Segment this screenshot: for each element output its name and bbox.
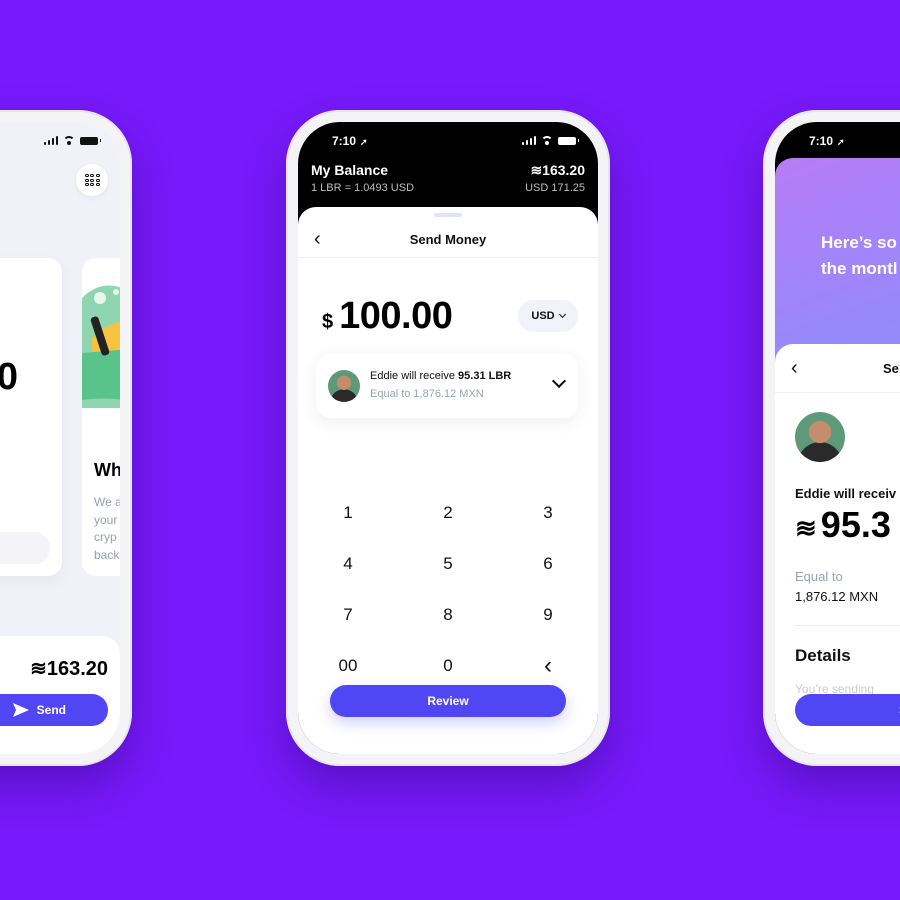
number-keypad: 1 2 3 4 5 6 7 8 9 00 0 ‹ — [298, 487, 598, 691]
page-title: Send Money — [409, 232, 487, 247]
avatar — [795, 412, 845, 462]
receive-prefix: Eddie will receive — [370, 370, 459, 382]
hero-text: Here’s so the montl — [821, 233, 898, 278]
illustration-image — [82, 285, 120, 408]
battery-icon — [558, 136, 579, 145]
time-text: 7:10 — [332, 134, 357, 148]
receive-amount-value: 95.3 — [820, 504, 891, 545]
balance-usd: USD 171.25 — [525, 182, 585, 194]
page-title: Se — [883, 361, 899, 376]
key-2[interactable]: 2 — [398, 487, 498, 538]
recipient-card[interactable]: Eddie will receive 95.31 LBR Equal to 1,… — [316, 354, 578, 418]
status-icons — [43, 136, 101, 145]
review-button[interactable]: Review — [330, 685, 566, 717]
approx-symbol: ≋ — [795, 513, 817, 543]
receive-amount: 95.31 LBR — [458, 370, 512, 382]
nav-bar: ‹ Send Money — [298, 221, 598, 258]
chevron-left-icon: ‹ — [544, 651, 552, 679]
balance-amount: ≋163.20 — [30, 658, 108, 680]
balance-card[interactable]: 0 — [0, 258, 62, 576]
currency-symbol: $ — [322, 311, 334, 333]
wifi-icon — [541, 136, 553, 145]
divider — [795, 625, 900, 626]
right-phone-screen: 7:10 ➚ Here’s so the montl ‹ Se Eddie wil… — [775, 122, 900, 754]
status-time: 7:10 ➚ — [332, 134, 368, 148]
currency-selected: USD — [531, 310, 555, 322]
status-bar — [0, 122, 120, 158]
amount-display: $ 100.00 — [322, 295, 453, 338]
center-phone-frame: 7:10 ➚ My Balance 1 LBR = 1.0493 USD ≋163… — [286, 110, 610, 766]
card-action-pill[interactable] — [0, 532, 50, 564]
back-button[interactable]: ‹ — [791, 358, 798, 378]
status-time: 7:10 ➚ — [809, 134, 845, 148]
chevron-left-icon: ‹ — [791, 357, 798, 379]
status-icons — [521, 136, 579, 145]
backspace-key[interactable]: ‹ — [498, 640, 598, 691]
sheet-grabber[interactable] — [434, 213, 462, 217]
key-8[interactable]: 8 — [398, 589, 498, 640]
recipient-receive-text: Eddie will receive 95.31 LBR — [370, 370, 511, 382]
key-4[interactable]: 4 — [298, 538, 398, 589]
exchange-rate: 1 LBR = 1.0493 USD — [311, 182, 415, 194]
info-card-title: Wh — [94, 460, 120, 480]
key-9[interactable]: 9 — [498, 589, 598, 640]
status-bar: 7:10 ➚ — [298, 122, 598, 158]
nav-bar: ‹ Se — [775, 344, 900, 393]
wifi-icon — [63, 136, 75, 145]
send-button-label: Send — [36, 703, 66, 717]
info-card-body: We a your cryp back — [94, 495, 120, 562]
balance-amount: ≋163.20 — [530, 162, 585, 178]
recipient-equal-to: Equal to 1,876.12 MXN — [370, 388, 484, 400]
left-phone-screen: 0 Wh We a your cryp back ≋163.20 Send — [0, 122, 120, 754]
key-1[interactable]: 1 — [298, 487, 398, 538]
details-heading: Details — [795, 646, 851, 665]
signal-icon — [521, 136, 536, 145]
info-card[interactable]: Wh We a your cryp back — [82, 258, 120, 576]
card-amount: 0 — [0, 356, 18, 398]
qr-code-button[interactable] — [76, 164, 108, 196]
battery-icon — [80, 136, 101, 145]
send-button[interactable]: Send — [0, 694, 108, 726]
send-button[interactable]: S — [795, 694, 900, 726]
signal-icon — [43, 136, 58, 145]
qr-code-icon — [84, 174, 100, 186]
balance-panel: ≋163.20 Send — [0, 636, 120, 754]
balance-title: My Balance — [311, 162, 389, 178]
avatar — [328, 370, 360, 402]
review-sheet: ‹ Se Eddie will receiv ≋ 95.3 Equal to 1,… — [775, 344, 900, 754]
receive-label: Eddie will receiv — [795, 486, 897, 501]
equal-to-label: Equal to — [795, 569, 843, 584]
currency-selector[interactable]: USD — [518, 300, 578, 332]
send-money-sheet: ‹ Send Money $ 100.00 USD Eddie will rec… — [298, 207, 598, 754]
chevron-down-icon — [558, 310, 566, 319]
receive-amount: ≋ 95.3 — [795, 504, 891, 546]
time-text: 7:10 — [809, 134, 834, 148]
chevron-down-icon[interactable] — [551, 373, 567, 389]
location-arrow-icon: ➚ — [360, 137, 368, 147]
key-6[interactable]: 6 — [498, 538, 598, 589]
status-bar: 7:10 ➚ — [775, 122, 900, 158]
key-3[interactable]: 3 — [498, 487, 598, 538]
paper-plane-icon — [12, 703, 29, 717]
key-5[interactable]: 5 — [398, 538, 498, 589]
amount-value: 100.00 — [339, 295, 453, 337]
location-arrow-icon: ➚ — [837, 137, 845, 147]
key-7[interactable]: 7 — [298, 589, 398, 640]
center-phone-screen: 7:10 ➚ My Balance 1 LBR = 1.0493 USD ≋163… — [298, 122, 598, 754]
key-0[interactable]: 0 — [398, 640, 498, 691]
right-phone-frame: 7:10 ➚ Here’s so the montl ‹ Se Eddie wil… — [763, 110, 900, 766]
left-phone-frame: 0 Wh We a your cryp back ≋163.20 Send — [0, 110, 132, 766]
key-00[interactable]: 00 — [298, 640, 398, 691]
equal-to-value: 1,876.12 MXN — [795, 589, 879, 604]
